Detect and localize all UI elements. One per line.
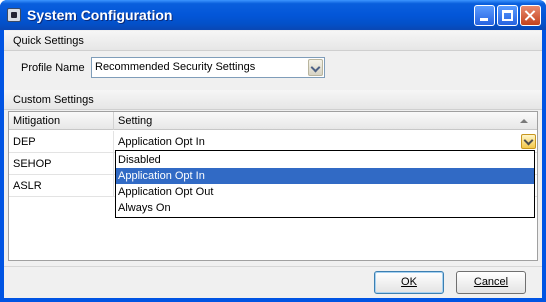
minimize-button[interactable] — [474, 5, 495, 26]
ok-button[interactable]: OK — [374, 271, 444, 294]
profile-name-label: Profile Name — [21, 62, 85, 74]
app-icon[interactable] — [7, 8, 21, 22]
system-configuration-window: System Configuration Quick Settings Prof… — [0, 0, 546, 302]
ok-button-label: OK — [401, 276, 417, 288]
column-header-setting[interactable]: Setting — [114, 112, 537, 130]
cancel-button[interactable]: Cancel — [456, 271, 526, 294]
close-button[interactable] — [520, 5, 541, 26]
button-bar: OK Cancel — [4, 266, 542, 298]
custom-settings-header: Custom Settings — [4, 90, 542, 110]
client-area: Quick Settings Profile Name Recommended … — [4, 30, 542, 298]
dropdown-option-disabled[interactable]: Disabled — [116, 152, 534, 168]
sort-ascending-icon — [520, 119, 528, 123]
profile-name-value: Recommended Security Settings — [95, 61, 256, 73]
setting-dropdown-list: Disabled Application Opt In Application … — [115, 150, 535, 218]
setting-cell-value: Application Opt In — [118, 136, 205, 148]
dropdown-option-application-opt-out[interactable]: Application Opt Out — [116, 184, 534, 200]
cancel-button-label: Cancel — [473, 276, 509, 288]
mitigation-cell: ASLR — [9, 175, 114, 197]
title-bar[interactable]: System Configuration — [0, 0, 546, 30]
maximize-button[interactable] — [497, 5, 518, 26]
column-header-mitigation[interactable]: Mitigation — [9, 112, 114, 130]
dropdown-option-application-opt-in[interactable]: Application Opt In — [116, 168, 534, 184]
chevron-down-icon[interactable] — [521, 134, 536, 149]
maximize-icon — [502, 10, 513, 21]
quick-settings-header: Quick Settings — [4, 31, 542, 51]
mitigation-cell: DEP — [9, 131, 114, 153]
minimize-icon — [480, 18, 488, 21]
chevron-down-icon[interactable] — [308, 59, 323, 76]
close-icon — [521, 6, 540, 25]
profile-name-select[interactable]: Recommended Security Settings — [91, 57, 325, 78]
mitigation-cell: SEHOP — [9, 153, 114, 175]
grid-header: Mitigation Setting — [9, 112, 537, 130]
window-title: System Configuration — [27, 7, 173, 23]
dialog-body: Quick Settings Profile Name Recommended … — [4, 30, 542, 298]
dropdown-option-always-on[interactable]: Always On — [116, 200, 534, 216]
